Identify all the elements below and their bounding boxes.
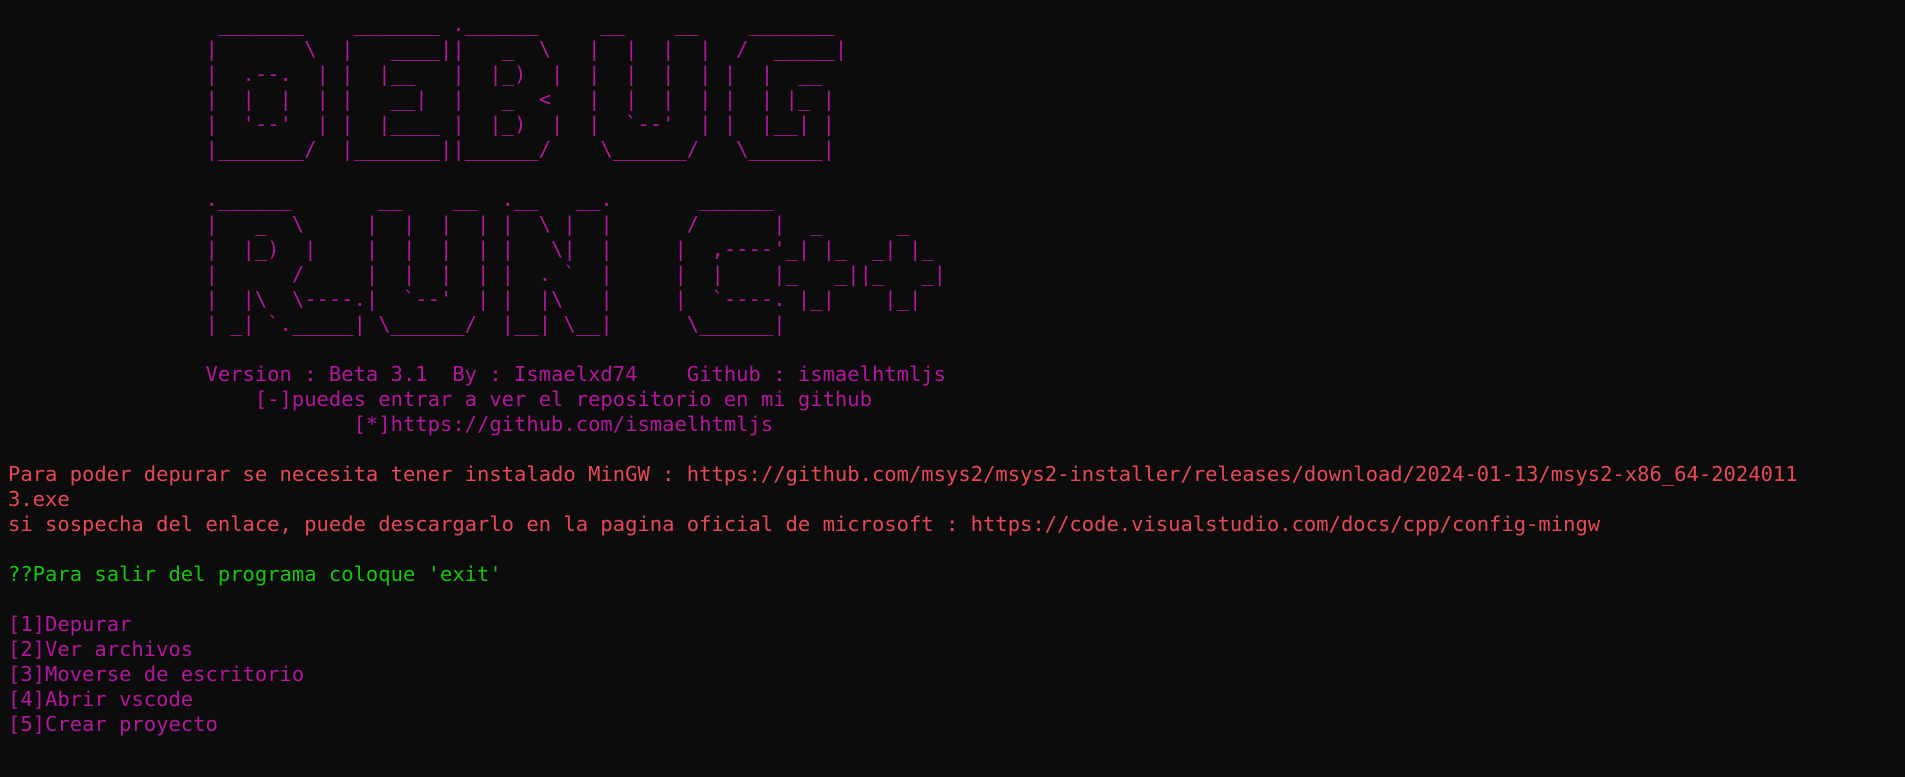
microsoft-notice: si sospecha del enlace, puede descargarl… xyxy=(8,512,1601,536)
exit-hint: ??Para salir del programa coloque 'exit' xyxy=(8,562,502,586)
menu-item-crear-proyecto[interactable]: [5]Crear proyecto xyxy=(8,712,1905,737)
menu-item-abrir-vscode[interactable]: [4]Abrir vscode xyxy=(8,687,1905,712)
mingw-notice: Para poder depurar se necesita tener ins… xyxy=(8,462,1798,486)
terminal-window[interactable]: _______ _______ .______ __ __ _______ | … xyxy=(0,12,1905,777)
run-cpp-ascii-banner: .______ __ __ .__ __. ______ | _ \ | | |… xyxy=(205,187,946,336)
github-url: [*]https://github.com/ismaelhtmljs xyxy=(8,412,774,436)
menu-item-ver-archivos[interactable]: [2]Ver archivos xyxy=(8,637,1905,662)
menu-item-depurar[interactable]: [1]Depurar xyxy=(8,612,1905,637)
main-menu: [1]Depurar [2]Ver archivos [3]Moverse de… xyxy=(8,612,1905,737)
mingw-notice-wrap: 3.exe xyxy=(8,487,70,511)
repo-info: [-]puedes entrar a ver el repositorio en… xyxy=(8,387,872,411)
menu-item-moverse-escritorio[interactable]: [3]Moverse de escritorio xyxy=(8,662,1905,687)
debug-ascii-banner: _______ _______ .______ __ __ _______ | … xyxy=(205,12,848,161)
version-info: Version : Beta 3.1 By : Ismaelxd74 Githu… xyxy=(8,362,946,386)
